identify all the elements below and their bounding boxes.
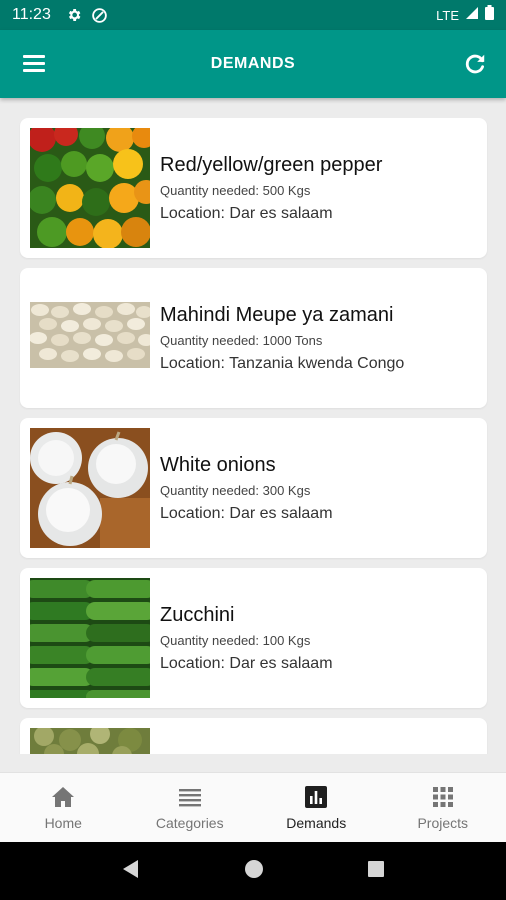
product-image-zucchini <box>30 578 150 698</box>
quantity-needed: Quantity needed: 100 Kgs <box>160 632 311 648</box>
status-right: LTE <box>436 5 494 25</box>
quantity-needed: Quantity needed: 300 Kgs <box>160 482 311 498</box>
product-name: Red/yellow/green pepper <box>160 153 383 176</box>
bottom-navigation: Home Categories Demands Projects <box>0 772 506 842</box>
location: Location: Dar es salaam <box>160 504 333 522</box>
quantity-needed: Quantity needed: 1000 Tons <box>160 332 323 348</box>
data-saver-icon <box>91 6 109 24</box>
demand-info: Red/yellow/green pepper Quantity needed:… <box>150 154 382 223</box>
product-image-white-maize <box>30 278 150 398</box>
product-image-onions <box>30 428 150 548</box>
demand-card[interactable]: Zucchini Quantity needed: 100 Kgs Locati… <box>20 568 487 708</box>
product-name: White onions <box>160 453 276 476</box>
home-icon <box>50 785 76 809</box>
location: Location: Dar es salaam <box>160 654 333 672</box>
app-bar: DEMANDS <box>0 30 506 98</box>
back-button[interactable] <box>121 858 141 885</box>
back-triangle-icon <box>123 859 139 878</box>
refresh-button[interactable] <box>462 51 488 77</box>
network-type: LTE <box>436 7 459 23</box>
nav-home-label: Home <box>44 814 82 831</box>
nav-categories[interactable]: Categories <box>127 773 254 842</box>
signal-icon <box>465 6 479 25</box>
bar-chart-icon <box>303 785 329 809</box>
grid-icon <box>430 785 456 809</box>
page-title: DEMANDS <box>210 55 296 72</box>
demand-card[interactable]: Red/yellow/green pepper Quantity needed:… <box>20 118 487 258</box>
nav-projects-label: Projects <box>417 814 469 831</box>
location: Location: Dar es salaam <box>160 204 333 222</box>
demand-info: Mahindi Meupe ya zamani Quantity needed:… <box>150 304 404 373</box>
demand-card-partial[interactable] <box>20 718 487 754</box>
nav-home[interactable]: Home <box>0 773 127 842</box>
demand-card[interactable]: Mahindi Meupe ya zamani Quantity needed:… <box>20 268 487 408</box>
hamburger-menu-icon <box>23 55 45 72</box>
product-name: Zucchini <box>160 603 235 626</box>
list-icon <box>177 785 203 809</box>
demand-card[interactable]: White onions Quantity needed: 300 Kgs Lo… <box>20 418 487 558</box>
demands-list[interactable]: Red/yellow/green pepper Quantity needed:… <box>0 98 506 754</box>
status-time: 11:23 <box>12 6 51 23</box>
nav-projects[interactable]: Projects <box>380 773 506 842</box>
home-circle-icon <box>244 859 263 878</box>
product-image-greens <box>30 728 150 754</box>
demand-info: White onions Quantity needed: 300 Kgs Lo… <box>150 454 333 523</box>
quantity-needed: Quantity needed: 500 Kgs <box>160 182 311 198</box>
location: Location: Tanzania kwenda Congo <box>160 354 405 372</box>
nav-demands-label: Demands <box>286 814 347 831</box>
home-system-button[interactable] <box>244 859 264 884</box>
demand-info: Zucchini Quantity needed: 100 Kgs Locati… <box>150 604 333 673</box>
nav-categories-label: Categories <box>155 814 224 831</box>
nav-demands[interactable]: Demands <box>253 773 380 842</box>
product-image-peppers <box>30 128 150 248</box>
product-name: Mahindi Meupe ya zamani <box>160 303 394 326</box>
settings-status-icon <box>65 6 83 24</box>
recents-square-icon <box>367 860 384 877</box>
menu-button[interactable] <box>22 52 48 76</box>
refresh-icon <box>465 54 485 74</box>
status-bar: 11:23 LTE <box>0 0 506 30</box>
system-navigation-bar <box>0 842 506 900</box>
recents-button[interactable] <box>367 860 385 883</box>
battery-icon <box>485 5 494 25</box>
